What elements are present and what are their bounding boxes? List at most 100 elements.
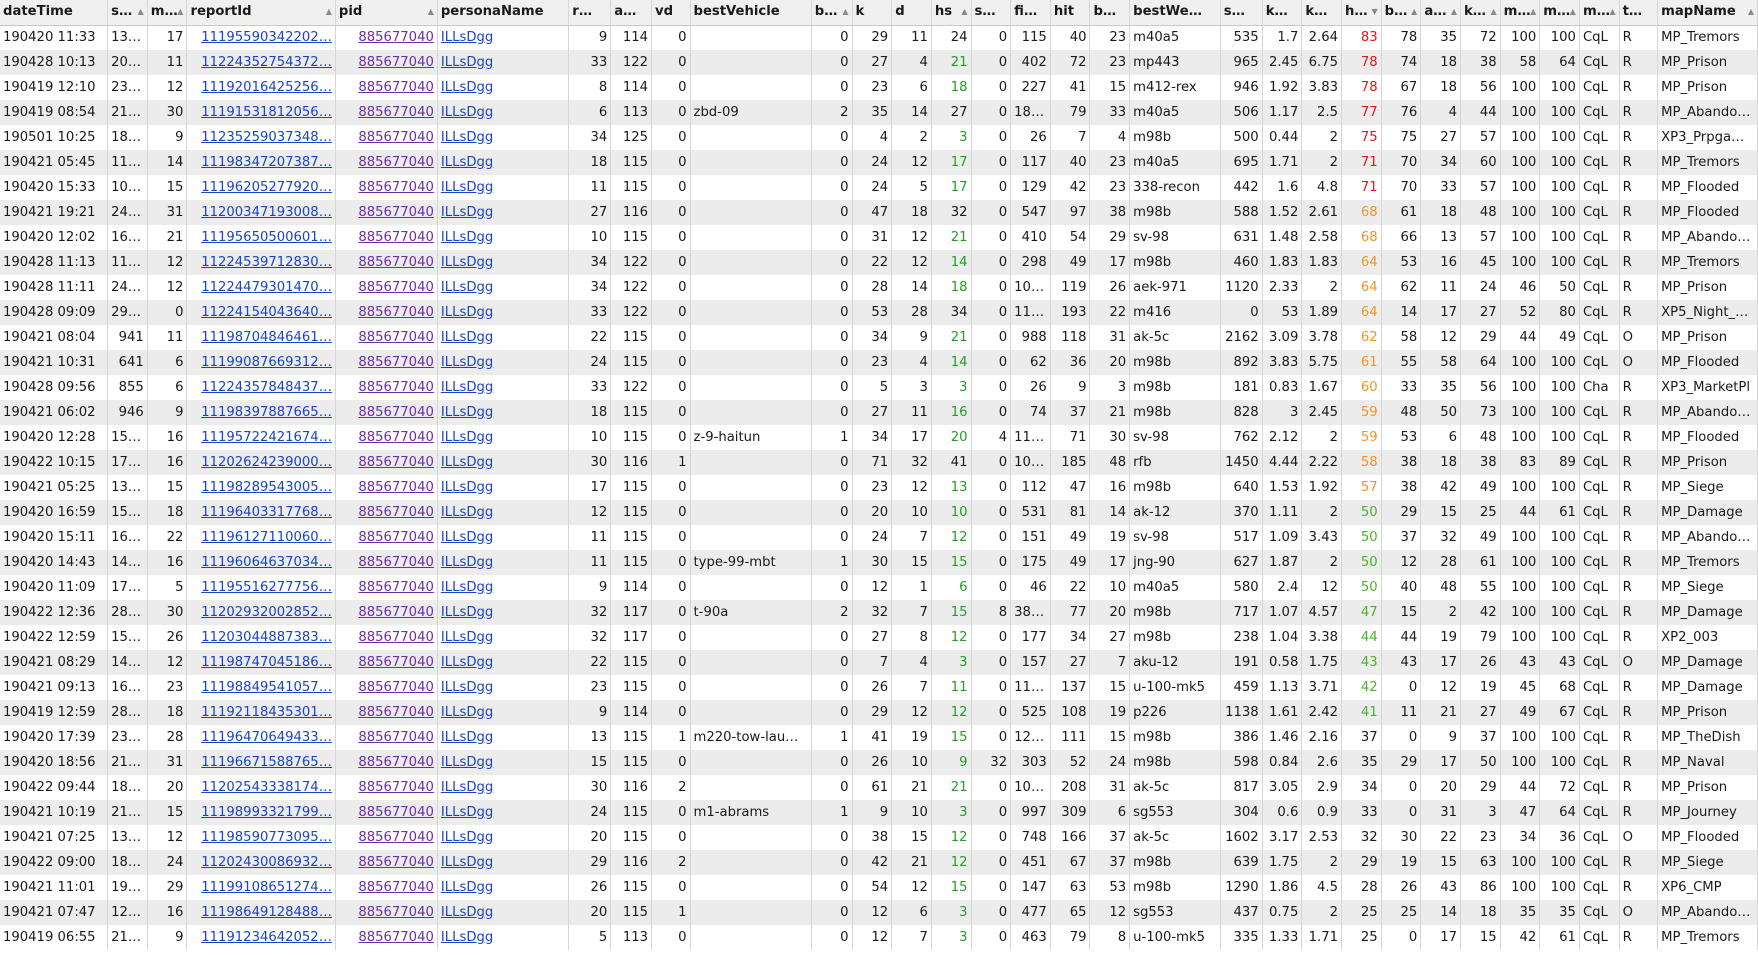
cell-pid[interactable]: 885677040 [335,675,438,700]
cell-personaName[interactable]: ILLsDgg [437,150,570,175]
cell-personaName[interactable]: ILLsDgg [437,750,570,775]
column-header-ssss[interactable]: ssss ▲ [107,0,148,26]
cell-pid[interactable]: 885677040 [335,175,438,200]
cell-personaName[interactable]: ILLsDgg [437,425,570,450]
cell-reportId[interactable]: 11198347207387… [186,150,336,175]
cell-personaName[interactable]: ILLsDgg [437,800,570,825]
cell-reportId[interactable]: 11196403317768… [186,500,336,525]
cell-pid[interactable]: 885677040 [335,875,438,900]
table-row[interactable]: 190419 12:10 2370 12 11192016425256… 8856770… [0,75,1758,100]
cell-personaName[interactable]: ILLsDgg [437,275,570,300]
cell-reportId[interactable]: 11198590773095… [186,825,336,850]
table-row[interactable]: 190420 15:33 1070 15 11196205277920… 8856770… [0,175,1758,200]
cell-pid[interactable]: 885677040 [335,125,438,150]
cell-reportId[interactable]: 11198289543005… [186,475,336,500]
cell-personaName[interactable]: ILLsDgg [437,650,570,675]
column-header-bestVehicle[interactable]: bestVehicle [690,0,812,26]
cell-reportId[interactable]: 11198747045186… [186,650,336,675]
cell-pid[interactable]: 885677040 [335,225,438,250]
cell-reportId[interactable]: 11224357848437… [186,375,336,400]
cell-personaName[interactable]: ILLsDgg [437,825,570,850]
cell-pid[interactable]: 885677040 [335,775,438,800]
table-row[interactable]: 190421 11:01 1922 29 11199108651274… 8856770… [0,875,1758,900]
table-row[interactable]: 190422 12:36 2881 30 11202932002852… 8856770… [0,600,1758,625]
cell-pid[interactable]: 885677040 [335,75,438,100]
cell-pid[interactable]: 885677040 [335,25,438,50]
column-header-bestWeapon[interactable]: bestWeapon [1129,0,1221,26]
cell-personaName[interactable]: ILLsDgg [437,125,570,150]
cell-pid[interactable]: 885677040 [335,50,438,75]
cell-personaName[interactable]: ILLsDgg [437,550,570,575]
column-header-acc[interactable]: acc ▲ [1420,0,1461,26]
table-row[interactable]: 190422 09:00 1875 24 11202430086932… 8856770… [0,850,1758,875]
cell-pid[interactable]: 885677040 [335,250,438,275]
cell-reportId[interactable]: 11235259037348… [186,125,336,150]
cell-reportId[interactable]: 11199108651274… [186,875,336,900]
table-row[interactable]: 190419 08:54 2166 30 11191531812056… 8856770… [0,100,1758,125]
cell-reportId[interactable]: 11195590342202… [186,25,336,50]
cell-reportId[interactable]: 11195722421674… [186,425,336,450]
table-row[interactable]: 190501 10:25 1886 9 11235259037348… 88567704… [0,125,1758,150]
cell-pid[interactable]: 885677040 [335,575,438,600]
cell-reportId[interactable]: 11198704846461… [186,325,336,350]
column-header-d[interactable]: d [891,0,932,26]
cell-personaName[interactable]: ILLsDgg [437,250,570,275]
cell-reportId[interactable]: 11198397887665… [186,400,336,425]
table-row[interactable]: 190420 18:56 2159 31 11196671588765… 8856770… [0,750,1758,775]
cell-personaName[interactable]: ILLsDgg [437,925,570,950]
cell-personaName[interactable]: ILLsDgg [437,25,570,50]
cell-pid[interactable]: 885677040 [335,850,438,875]
cell-reportId[interactable]: 11202430086932… [186,850,336,875]
table-row[interactable]: 190420 12:28 1525 16 11195722421674… 8856770… [0,425,1758,450]
cell-personaName[interactable]: ILLsDgg [437,175,570,200]
column-header-vd[interactable]: vd [651,0,691,26]
cell-reportId[interactable]: 11196470649433… [186,725,336,750]
table-row[interactable]: 190428 10:13 2026 11 11224352754372… 8856770… [0,50,1758,75]
cell-pid[interactable]: 885677040 [335,350,438,375]
column-header-kph[interactable]: kph ▲ [1460,0,1501,26]
cell-reportId[interactable]: 11191234642052… [186,925,336,950]
cell-pid[interactable]: 885677040 [335,475,438,500]
cell-personaName[interactable]: ILLsDgg [437,100,570,125]
table-row[interactable]: 190421 08:04 941 11 11198704846461… 88567704… [0,325,1758,350]
table-row[interactable]: 190421 09:13 1656 23 11198849541057… 8856770… [0,675,1758,700]
cell-reportId[interactable]: 11195516277756… [186,575,336,600]
cell-pid[interactable]: 885677040 [335,600,438,625]
column-header-dateTime[interactable]: dateTime [0,0,109,26]
column-header-personaName[interactable]: personaName [437,0,570,26]
column-header-max2[interactable]: max2▲ [1539,0,1580,26]
table-row[interactable]: 190420 16:59 1541 18 11196403317768… 8856770… [0,500,1758,525]
cell-pid[interactable]: 885677040 [335,550,438,575]
cell-pid[interactable]: 885677040 [335,500,438,525]
table-row[interactable]: 190421 06:02 946 9 11198397887665… 885677040… [0,400,1758,425]
cell-personaName[interactable]: ILLsDgg [437,475,570,500]
column-header-max1[interactable]: max1▲ [1500,0,1541,26]
cell-reportId[interactable]: 11191531812056… [186,100,336,125]
table-row[interactable]: 190421 10:19 2186 15 11198993321799… 8856770… [0,800,1758,825]
cell-personaName[interactable]: ILLsDgg [437,200,570,225]
cell-personaName[interactable]: ILLsDgg [437,875,570,900]
column-header-bvk[interactable]: bvk ▲ [811,0,853,26]
cell-reportId[interactable]: 11195650500601… [186,225,336,250]
cell-pid[interactable]: 885677040 [335,525,438,550]
cell-reportId[interactable]: 11224539712830… [186,250,336,275]
cell-personaName[interactable]: ILLsDgg [437,775,570,800]
table-row[interactable]: 190421 07:47 1265 16 11198649128488… 8856770… [0,900,1758,925]
table-row[interactable]: 190421 10:31 641 6 11199087669312… 885677040… [0,350,1758,375]
cell-personaName[interactable]: ILLsDgg [437,600,570,625]
table-row[interactable]: 190420 11:09 1702 5 11195516277756… 88567704… [0,575,1758,600]
column-header-kdr[interactable]: kdr [1301,0,1342,26]
cell-pid[interactable]: 885677040 [335,300,438,325]
cell-reportId[interactable]: 11192118435301… [186,700,336,725]
column-header-hsr[interactable]: hsr ▼ [1341,0,1382,26]
cell-personaName[interactable]: ILLsDgg [437,700,570,725]
column-header-bwk[interactable]: bwk [1089,0,1131,26]
cell-personaName[interactable]: ILLsDgg [437,525,570,550]
table-row[interactable]: 190422 09:44 1866 20 11202543338174… 8856770… [0,775,1758,800]
cell-personaName[interactable]: ILLsDgg [437,50,570,75]
cell-pid[interactable]: 885677040 [335,275,438,300]
table-row[interactable]: 190422 10:15 1755 16 11202624239000… 8856770… [0,450,1758,475]
cell-personaName[interactable]: ILLsDgg [437,725,570,750]
column-header-mod[interactable]: mod ▲ [1579,0,1620,26]
cell-personaName[interactable]: ILLsDgg [437,225,570,250]
